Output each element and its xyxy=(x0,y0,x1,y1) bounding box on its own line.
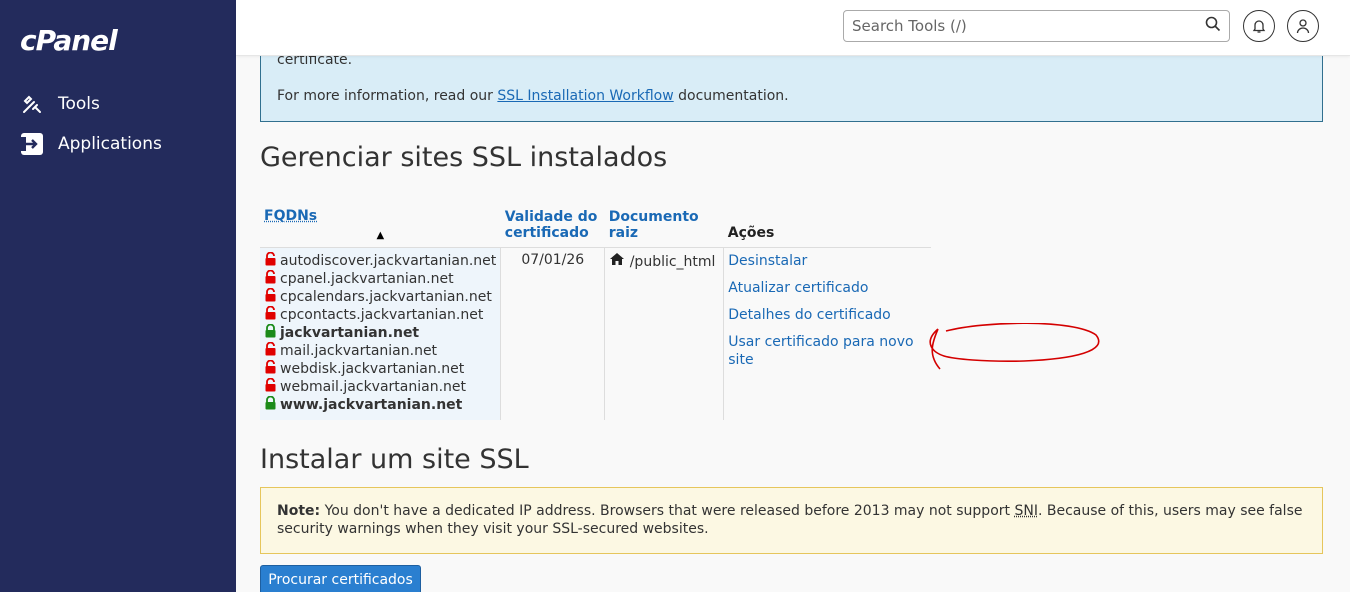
fqdn-name: www.jackvartanian.net xyxy=(280,397,463,413)
fqdn-item: cpanel.jackvartanian.net xyxy=(264,269,496,289)
validity-cell: 07/01/26 xyxy=(500,247,606,420)
search-icon[interactable] xyxy=(1205,16,1221,36)
search-input[interactable] xyxy=(852,17,1205,35)
fqdn-item: cpcontacts.jackvartanian.net xyxy=(264,305,496,325)
search-box xyxy=(843,10,1230,42)
cpanel-logo[interactable]: cPanel xyxy=(20,24,118,57)
notifications-button[interactable] xyxy=(1243,10,1275,42)
fqdn-item: webdisk.jackvartanian.net xyxy=(264,359,496,379)
sidebar: cPanel Tools Applications xyxy=(0,0,236,592)
uninstall-link[interactable]: Desinstalar xyxy=(728,252,927,279)
fqdn-item: mail.jackvartanian.net xyxy=(264,341,496,361)
column-header-docroot[interactable]: Documento raiz xyxy=(604,206,724,248)
fqdn-item: jackvartanian.net xyxy=(264,323,496,343)
sni-abbr: SNI xyxy=(1014,503,1038,519)
fqdns-header-label: FQDNs xyxy=(264,208,318,224)
sidebar-item-tools[interactable]: Tools xyxy=(20,92,100,116)
lock-closed-icon xyxy=(264,395,277,415)
home-icon xyxy=(609,253,629,270)
column-header-validity[interactable]: Validade do certificado xyxy=(500,206,605,248)
fqdn-item: www.jackvartanian.net xyxy=(264,395,496,415)
red-annotation-circle xyxy=(929,323,1100,370)
info-text-suffix: documentation. xyxy=(673,88,789,104)
docroot-cell: /public_html xyxy=(604,247,725,420)
fqdn-item: webmail.jackvartanian.net xyxy=(264,377,496,397)
actions-cell: Desinstalar Atualizar certificado Detalh… xyxy=(724,248,931,420)
lock-open-icon xyxy=(264,287,277,307)
applications-icon xyxy=(20,132,44,156)
sidebar-item-applications[interactable]: Applications xyxy=(20,132,162,156)
lock-open-icon xyxy=(264,251,277,271)
manage-ssl-title: Gerenciar sites SSL instalados xyxy=(260,142,668,173)
lock-open-icon xyxy=(264,305,277,325)
docroot-path: /public_html xyxy=(629,254,716,270)
sort-ascending-icon: ▲ xyxy=(376,230,385,241)
lock-open-icon xyxy=(264,341,277,361)
fqdn-name: cpcontacts.jackvartanian.net xyxy=(280,307,484,323)
use-certificate-new-site-link[interactable]: Usar certificado para novo site xyxy=(728,333,927,368)
fqdn-name: webmail.jackvartanian.net xyxy=(280,379,466,395)
column-header-actions: Ações xyxy=(723,206,931,248)
sidebar-item-label: Tools xyxy=(58,94,100,114)
browse-certificates-button[interactable]: Procurar certificados xyxy=(260,565,421,592)
tools-icon xyxy=(20,92,44,116)
fqdn-item: cpcalendars.jackvartanian.net xyxy=(264,287,496,307)
update-certificate-link[interactable]: Atualizar certificado xyxy=(728,279,927,306)
info-text: For more information, read our SSL Insta… xyxy=(277,88,789,104)
fqdn-name: mail.jackvartanian.net xyxy=(280,343,438,359)
fqdn-cell: autodiscover.jackvartanian.net cpanel.jac… xyxy=(260,247,502,420)
main-content: certificate. For more information, read … xyxy=(236,46,1350,592)
ssl-workflow-link[interactable]: SSL Installation Workflow xyxy=(497,88,673,104)
note-text: You don't have a dedicated IP address. B… xyxy=(320,503,1015,519)
info-text-prefix: For more information, read our xyxy=(277,88,498,104)
info-alert: certificate. For more information, read … xyxy=(260,46,1323,122)
top-header xyxy=(236,0,1350,56)
table-row: autodiscover.jackvartanian.net cpanel.jac… xyxy=(260,247,931,420)
lock-open-icon xyxy=(264,377,277,397)
lock-closed-icon xyxy=(264,323,277,343)
fqdn-name: cpcalendars.jackvartanian.net xyxy=(280,289,492,305)
user-icon xyxy=(1296,19,1310,34)
fqdn-name: cpanel.jackvartanian.net xyxy=(280,271,454,287)
fqdn-name: webdisk.jackvartanian.net xyxy=(280,361,465,377)
install-ssl-title: Instalar um site SSL xyxy=(260,444,529,475)
note-label: Note: xyxy=(277,503,321,519)
lock-open-icon xyxy=(264,269,277,289)
bell-icon xyxy=(1252,20,1266,33)
column-header-fqdns[interactable]: FQDNs ▲ xyxy=(260,206,501,248)
user-button[interactable] xyxy=(1287,10,1319,42)
fqdn-list: autodiscover.jackvartanian.net cpanel.jac… xyxy=(264,251,497,415)
fqdn-item: autodiscover.jackvartanian.net xyxy=(264,251,497,271)
lock-open-icon xyxy=(264,359,277,379)
ssl-sites-table: FQDNs ▲ Validade do certificado Document… xyxy=(260,206,931,420)
fqdn-name: jackvartanian.net xyxy=(280,325,420,341)
note-warning: Note: You don't have a dedicated IP addr… xyxy=(260,487,1323,554)
sidebar-item-label: Applications xyxy=(58,134,162,154)
fqdn-name: autodiscover.jackvartanian.net xyxy=(280,253,497,269)
certificate-details-link[interactable]: Detalhes do certificado xyxy=(728,306,927,333)
